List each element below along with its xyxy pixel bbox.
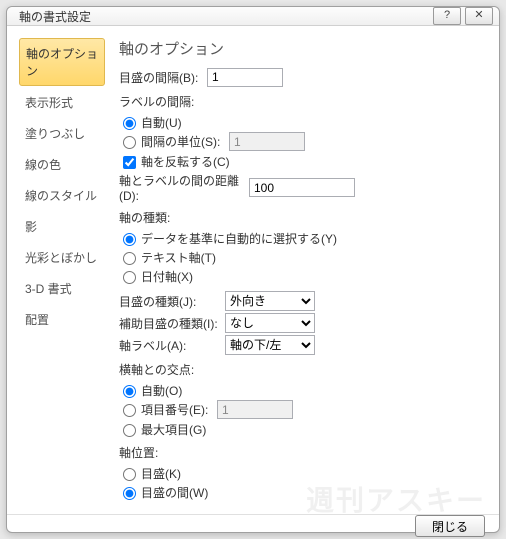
- dialog-content: 軸のオプション 表示形式 塗りつぶし 線の色 線のスタイル 影 光彩とぼかし 3…: [7, 26, 499, 514]
- axis-type-date-text: 日付軸(X): [141, 268, 193, 285]
- tab-alignment[interactable]: 配置: [19, 305, 105, 334]
- options-panel: 軸のオプション 目盛の間隔(B): ラベルの間隔: 自動(U) 間隔の単位(S)…: [111, 38, 487, 502]
- reverse-axis-text: 軸を反転する(C): [141, 153, 230, 170]
- axis-type-text-radio[interactable]: [123, 252, 136, 265]
- axis-pos-between-radio[interactable]: [123, 487, 136, 500]
- cross-max-text: 最大項目(G): [141, 421, 206, 438]
- minor-tick-type-label: 補助目盛の種類(I):: [119, 315, 225, 332]
- dialog-title: 軸の書式設定: [19, 8, 429, 25]
- axis-type-label: 軸の種類:: [119, 209, 170, 226]
- format-axis-dialog: 軸の書式設定 ? ✕ 軸のオプション 表示形式 塗りつぶし 線の色 線のスタイル…: [6, 6, 500, 533]
- cross-auto-text: 自動(O): [141, 382, 182, 399]
- category-tabs: 軸のオプション 表示形式 塗りつぶし 線の色 線のスタイル 影 光彩とぼかし 3…: [19, 38, 105, 502]
- panel-heading: 軸のオプション: [119, 38, 483, 59]
- label-interval-unit-text: 間隔の単位(S):: [141, 133, 229, 150]
- axis-pos-tick-radio[interactable]: [123, 468, 136, 481]
- label-interval-auto-radio[interactable]: [123, 117, 136, 130]
- axis-pos-between-text: 目盛の間(W): [141, 484, 208, 501]
- cross-max-radio[interactable]: [123, 424, 136, 437]
- axis-label-distance-label: 軸とラベルの間の距離(D):: [119, 172, 249, 203]
- axis-label-distance-input[interactable]: [249, 178, 355, 197]
- tab-shadow[interactable]: 影: [19, 212, 105, 241]
- titlebar: 軸の書式設定 ? ✕: [7, 7, 499, 26]
- label-interval-unit-radio[interactable]: [123, 136, 136, 149]
- tick-type-select[interactable]: 外向き: [225, 291, 315, 311]
- cross-auto-radio[interactable]: [123, 385, 136, 398]
- axis-label-pos-label: 軸ラベル(A):: [119, 337, 225, 354]
- axis-type-date-radio[interactable]: [123, 271, 136, 284]
- cross-item-input[interactable]: [217, 400, 293, 419]
- close-button[interactable]: ✕: [465, 7, 493, 25]
- major-interval-label: 目盛の間隔(B):: [119, 69, 207, 86]
- axis-type-auto-text: データを基準に自動的に選択する(Y): [141, 230, 337, 247]
- tab-glow[interactable]: 光彩とぼかし: [19, 243, 105, 272]
- close-dialog-button[interactable]: 閉じる: [415, 515, 485, 537]
- tab-line-style[interactable]: 線のスタイル: [19, 181, 105, 210]
- axis-type-text-text: テキスト軸(T): [141, 249, 216, 266]
- cross-item-radio[interactable]: [123, 404, 136, 417]
- label-interval-unit-input[interactable]: [229, 132, 305, 151]
- axis-pos-label: 軸位置:: [119, 444, 158, 461]
- minor-tick-type-select[interactable]: なし: [225, 313, 315, 333]
- tick-type-label: 目盛の種類(J):: [119, 293, 225, 310]
- tab-number-format[interactable]: 表示形式: [19, 88, 105, 117]
- axis-type-auto-radio[interactable]: [123, 233, 136, 246]
- tab-line-color[interactable]: 線の色: [19, 150, 105, 179]
- help-button[interactable]: ?: [433, 7, 461, 25]
- tab-fill[interactable]: 塗りつぶし: [19, 119, 105, 148]
- cross-label: 横軸との交点:: [119, 361, 194, 378]
- label-interval-auto-text: 自動(U): [141, 114, 182, 131]
- dialog-footer: 閉じる: [7, 514, 499, 537]
- reverse-axis-checkbox[interactable]: [123, 156, 136, 169]
- tab-3d-format[interactable]: 3-D 書式: [19, 274, 105, 303]
- axis-pos-tick-text: 目盛(K): [141, 465, 181, 482]
- major-interval-input[interactable]: [207, 68, 283, 87]
- tab-axis-options[interactable]: 軸のオプション: [19, 38, 105, 86]
- axis-label-pos-select[interactable]: 軸の下/左: [225, 335, 315, 355]
- cross-item-text: 項目番号(E):: [141, 401, 217, 418]
- label-interval-label: ラベルの間隔:: [119, 93, 194, 110]
